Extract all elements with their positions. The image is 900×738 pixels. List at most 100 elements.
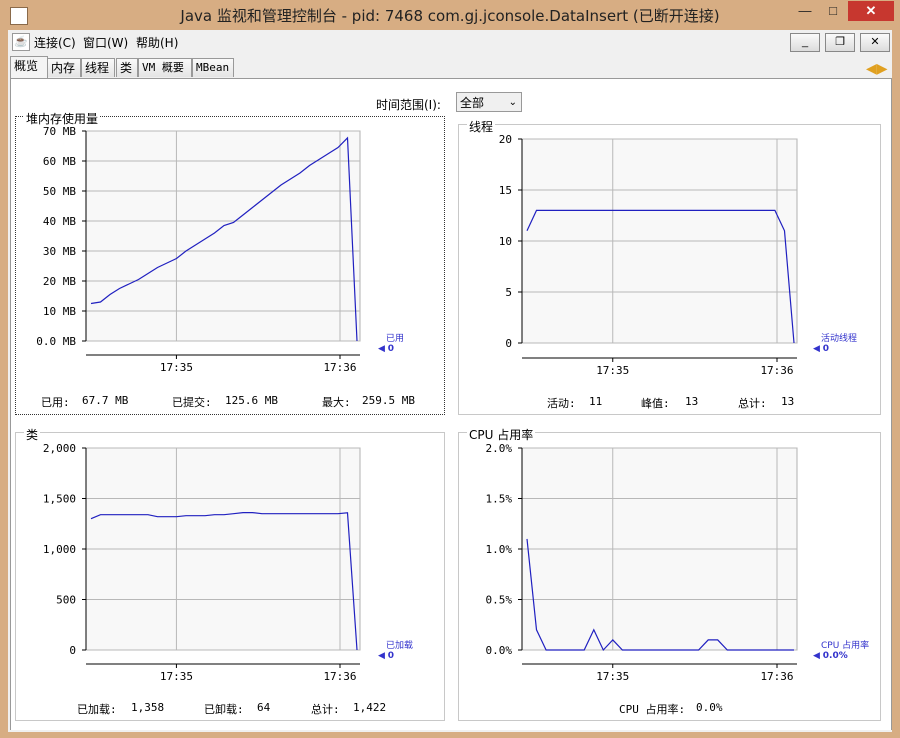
- legend-marker-icon: ◀: [378, 651, 385, 661]
- x-tick-label: 17:35: [160, 670, 193, 683]
- inner-close-button[interactable]: ✕: [860, 33, 890, 52]
- menu-window[interactable]: 窗口(W): [83, 34, 128, 51]
- cpu-legend-name: CPU 占用率: [821, 641, 870, 651]
- tab-classes[interactable]: 类: [116, 58, 138, 77]
- classes-total-value: 1,422: [353, 701, 387, 714]
- y-tick-label: 40 MB: [43, 215, 76, 228]
- y-tick-label: 1.5%: [486, 493, 513, 506]
- tab-scroll-arrows-icon[interactable]: ◀▶: [866, 60, 888, 77]
- legend-marker-icon: ◀: [813, 344, 820, 354]
- chevron-down-icon: ⌄: [508, 97, 517, 108]
- x-tick-label: 17:35: [160, 361, 193, 374]
- tab-strip: 概览 内存 线程 类 VM 概要 MBean ◀▶: [8, 56, 892, 78]
- time-range-label: 时间范围(I):: [376, 98, 441, 112]
- heap-committed-value: 125.6 MB: [225, 394, 278, 407]
- classes-legend: 已加载 ◀ 0: [378, 638, 413, 661]
- classes-loaded-label: 已加载:: [77, 703, 117, 716]
- y-tick-label: 1.0%: [486, 543, 513, 556]
- y-tick-label: 2.0%: [486, 442, 513, 455]
- y-tick-label: 2,000: [43, 442, 76, 455]
- menu-bar: ☕ 连接(C) 窗口(W) 帮助(H) _ ❐ ✕: [8, 30, 892, 54]
- inner-minimize-button[interactable]: _: [790, 33, 820, 52]
- tab-overview[interactable]: 概览: [10, 56, 48, 78]
- classes-total-label: 总计:: [311, 703, 340, 716]
- tab-mbean[interactable]: MBean: [192, 58, 234, 77]
- heap-legend: 已用 ◀ 0: [378, 331, 404, 354]
- y-tick-label: 10 MB: [43, 305, 76, 318]
- java-cup-icon[interactable]: ☕: [12, 33, 30, 51]
- y-tick-label: 0.0%: [486, 644, 513, 657]
- threads-live-value: 11: [589, 395, 603, 408]
- y-tick-label: 70 MB: [43, 125, 76, 138]
- y-tick-label: 1,500: [43, 493, 76, 506]
- cpu-usage-value: 0.0%: [696, 701, 723, 714]
- client-area: ☕ 连接(C) 窗口(W) 帮助(H) _ ❐ ✕ 概览 内存 线程 类 VM …: [8, 30, 892, 732]
- threads-legend-name: 活动线程: [821, 334, 858, 344]
- classes-loaded-value: 1,358: [131, 701, 165, 714]
- y-tick-label: 0: [69, 644, 76, 657]
- threads-total-value: 13: [781, 395, 795, 408]
- heap-committed-label: 已提交:: [172, 396, 212, 409]
- overview-content: 时间范围(I): 全部 ⌄ 堆内存使用量 0.0 MB 10 MB 20 MB 30 …: [10, 78, 892, 732]
- time-range-select[interactable]: 全部 ⌄: [456, 92, 522, 112]
- y-tick-label: 1,000: [43, 543, 76, 556]
- y-tick-label: 60 MB: [43, 155, 76, 168]
- cpu-usage-label: CPU 占用率:: [619, 703, 686, 716]
- heap-max-label: 最大:: [322, 396, 351, 409]
- y-tick-label: 0.5%: [486, 594, 513, 607]
- heap-memory-panel[interactable]: 堆内存使用量 0.0 MB 10 MB 20 MB 30 MB 40 MB 50 MB 60…: [15, 110, 445, 415]
- bottom-strip: [8, 730, 892, 732]
- tab-memory[interactable]: 内存: [47, 58, 81, 77]
- threads-legend-value: 0: [822, 344, 830, 354]
- y-tick-label: 0: [505, 337, 512, 350]
- classes-unloaded-value: 64: [257, 701, 271, 714]
- heap-legend-value: 0: [387, 344, 395, 354]
- classes-legend-value: 0: [387, 651, 395, 661]
- legend-marker-icon: ◀: [378, 344, 385, 354]
- x-tick-label: 17:36: [323, 361, 356, 374]
- x-tick-label: 17:36: [760, 670, 793, 683]
- heap-max-value: 259.5 MB: [362, 394, 415, 407]
- y-tick-label: 0.0 MB: [36, 335, 76, 348]
- y-tick-label: 30 MB: [43, 245, 76, 258]
- y-tick-label: 50 MB: [43, 185, 76, 198]
- app-window: Java 监视和管理控制台 - pid: 7468 com.gj.jconsol…: [0, 0, 900, 738]
- threads-live-label: 活动:: [547, 397, 576, 410]
- classes-legend-name: 已加载: [386, 641, 414, 651]
- menu-connect[interactable]: 连接(C): [34, 34, 76, 51]
- y-tick-label: 15: [499, 184, 512, 197]
- threads-panel[interactable]: 线程 0 5 10 15 20 17:35 17:36 活动线程 ◀ 0 活动: 11 峰值…: [458, 118, 881, 415]
- tab-vm-summary[interactable]: VM 概要: [138, 58, 192, 77]
- heap-legend-name: 已用: [386, 334, 405, 344]
- x-tick-label: 17:35: [596, 670, 629, 683]
- threads-peak-label: 峰值:: [641, 397, 670, 410]
- title-bar[interactable]: Java 监视和管理控制台 - pid: 7468 com.gj.jconsol…: [0, 0, 900, 30]
- y-tick-label: 5: [505, 286, 512, 299]
- tab-threads[interactable]: 线程: [81, 58, 115, 77]
- heap-used-value: 67.7 MB: [82, 394, 129, 407]
- classes-panel[interactable]: 类 0 500 1,000 1,500 2,000 17:35 17:36 已加载 ◀ 0 …: [15, 426, 445, 721]
- inner-restore-button[interactable]: ❐: [825, 33, 855, 52]
- x-tick-label: 17:36: [323, 670, 356, 683]
- menu-help[interactable]: 帮助(H): [136, 34, 178, 51]
- minimize-button[interactable]: —: [792, 1, 818, 21]
- threads-total-label: 总计:: [738, 397, 767, 410]
- threads-peak-value: 13: [685, 395, 699, 408]
- maximize-button[interactable]: □: [820, 1, 846, 21]
- classes-unloaded-label: 已卸载:: [204, 703, 244, 716]
- y-tick-label: 20: [499, 133, 512, 146]
- x-tick-label: 17:35: [596, 364, 629, 377]
- close-button[interactable]: ✕: [848, 1, 894, 21]
- threads-legend: 活动线程 ◀ 0: [813, 331, 857, 354]
- x-tick-label: 17:36: [760, 364, 793, 377]
- cpu-legend-value: 0.0%: [822, 651, 848, 661]
- window-title: Java 监视和管理控制台 - pid: 7468 com.gj.jconsol…: [180, 7, 720, 25]
- plot-area: [85, 130, 361, 342]
- legend-marker-icon: ◀: [813, 651, 820, 661]
- y-tick-label: 500: [56, 594, 76, 607]
- y-tick-label: 20 MB: [43, 275, 76, 288]
- heap-used-label: 已用:: [41, 396, 70, 409]
- cpu-panel[interactable]: CPU 占用率 0.0% 0.5% 1.0% 1.5% 2.0% 17:35 17:36 C…: [458, 426, 881, 721]
- time-range-value: 全部: [460, 96, 485, 110]
- cpu-legend: CPU 占用率 ◀ 0.0%: [813, 638, 869, 661]
